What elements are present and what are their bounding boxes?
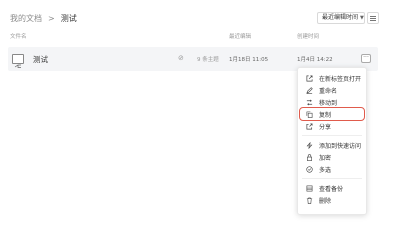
menu-item-label: 重命名 [319, 87, 338, 95]
menu-item-label: 添加到快速访问 [319, 142, 362, 150]
created-time: 1月4日 14:22 [297, 57, 333, 63]
menu-item-open-new-tab[interactable]: 在新标签页打开 [298, 72, 366, 84]
view-toggle-button[interactable] [367, 12, 379, 24]
last-edited-time: 1月18日 11:05 [229, 57, 269, 63]
menu-item-label: 在新标签页打开 [319, 75, 362, 83]
menu-item-add-quick-access[interactable]: 添加到快速访问 [298, 139, 366, 151]
mindmap-file-icon [12, 54, 24, 68]
topic-count: 9 条主题 [197, 57, 219, 63]
share-icon [306, 123, 313, 130]
caret-down-icon: ▼ [360, 15, 364, 21]
list-view-icon [370, 15, 376, 21]
context-menu: 在新标签页打开 重命名 移动到 复制 分享 添加到快速访问 加密 多选 查看备份… [297, 67, 367, 215]
edit-icon [306, 86, 313, 94]
menu-item-encrypt[interactable]: 加密 [298, 151, 366, 163]
more-dots-icon: ··· [363, 54, 369, 61]
menu-item-multi-select[interactable]: 多选 [298, 163, 366, 175]
menu-item-label: 加密 [319, 154, 332, 162]
lightning-icon [306, 141, 313, 149]
menu-item-label: 移动到 [319, 99, 338, 107]
menu-divider [302, 178, 362, 179]
menu-item-label: 分享 [319, 123, 332, 131]
trash-icon [306, 197, 313, 204]
breadcrumb-my-documents[interactable]: 我的文档 [10, 13, 42, 24]
menu-item-label: 多选 [319, 166, 332, 174]
menu-item-view-backup[interactable]: 查看备份 [298, 182, 366, 194]
menu-item-delete[interactable]: 删除 [298, 194, 366, 206]
lock-icon [306, 153, 313, 161]
menu-item-copy[interactable]: 复制 [299, 107, 365, 121]
backup-icon [306, 185, 313, 192]
menu-item-share[interactable]: 分享 [298, 120, 366, 132]
breadcrumb-separator: > [48, 14, 55, 23]
menu-item-move-to[interactable]: 移动到 [298, 96, 366, 108]
menu-item-rename[interactable]: 重命名 [298, 84, 366, 96]
column-header-last-edited: 最近编辑 [229, 34, 252, 40]
breadcrumb-current-folder: 测试 [60, 14, 77, 23]
topic-icon: ⊘ [178, 54, 184, 62]
sort-dropdown-label: 最近编辑时间 [322, 14, 359, 21]
move-icon [306, 99, 313, 106]
menu-item-label: 删除 [319, 197, 332, 205]
breadcrumb: 我的文档 > 测试 [10, 13, 77, 24]
more-options-button[interactable]: ··· [361, 54, 371, 63]
menu-item-label: 查看备份 [319, 185, 344, 193]
column-header-created: 创建时间 [297, 34, 320, 40]
menu-divider [302, 135, 362, 136]
sort-dropdown[interactable]: 最近编辑时间 ▼ [317, 12, 365, 24]
column-header-name: 文件名 [10, 34, 27, 40]
copy-icon [306, 111, 313, 118]
menu-item-label: 复制 [319, 111, 332, 119]
file-name: 测试 [33, 55, 48, 64]
check-circle-icon [306, 165, 313, 173]
external-link-icon [306, 75, 313, 82]
